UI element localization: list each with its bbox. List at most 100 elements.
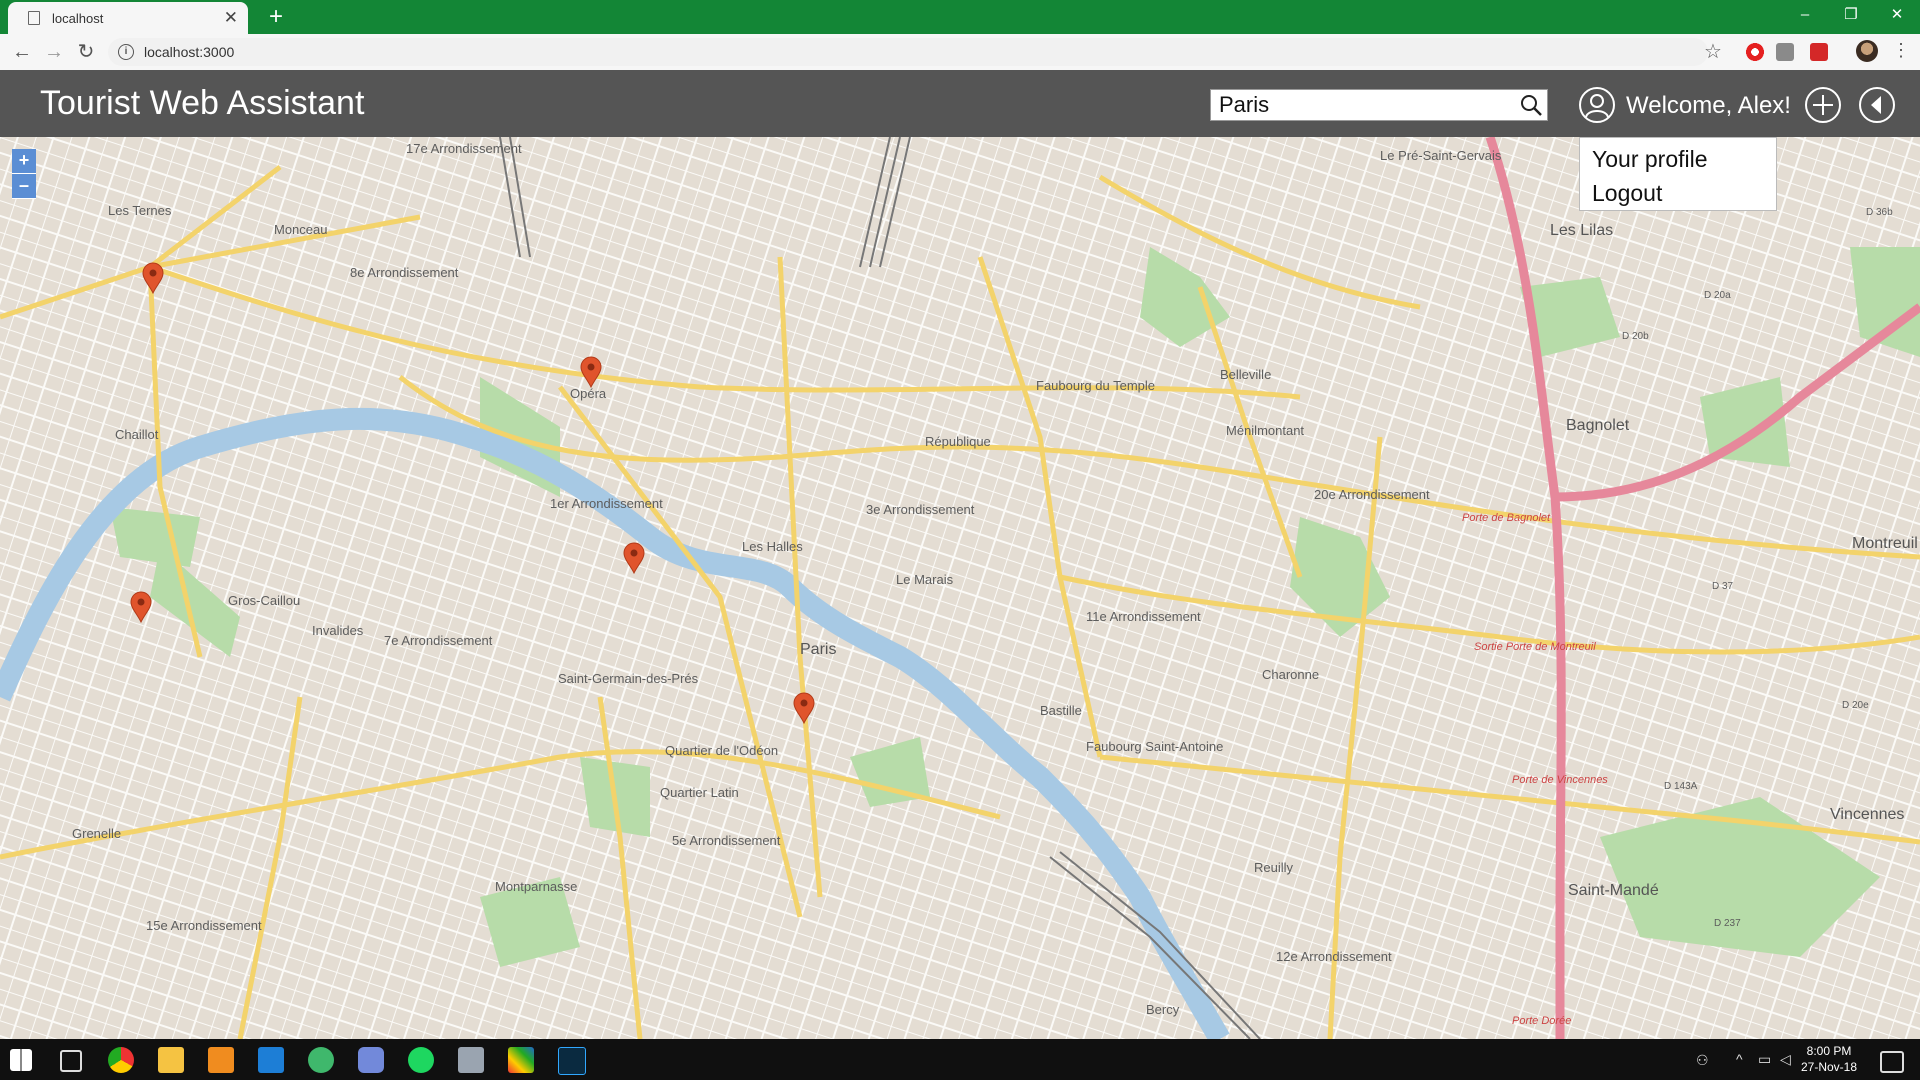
map-label: D 20b [1622, 331, 1649, 342]
search-box [1210, 89, 1548, 121]
network-icon[interactable]: ▭ [1758, 1051, 1774, 1067]
taskbar: ⚇ ^ ▭ ◁ 8:00 PM 27-Nov-18 [0, 1039, 1920, 1080]
map-label: Montparnasse [495, 879, 578, 894]
notification-icon[interactable] [1880, 1051, 1904, 1073]
map-label: D 237 [1714, 918, 1741, 929]
map-label: Le Pré-Saint-Gervais [1380, 148, 1502, 163]
zoom-control: + – [12, 149, 36, 199]
map-label: Belleville [1220, 367, 1272, 382]
browser-tab-strip: localhost ✕ + – ❐ ✕ [0, 0, 1920, 34]
utorrent-icon[interactable] [308, 1047, 334, 1073]
map-label: Quartier Latin [660, 785, 739, 800]
map-label: Porte de Vincennes [1512, 774, 1608, 786]
map-label: Charonne [1262, 667, 1320, 682]
map-label: D 20e [1842, 700, 1869, 711]
sublime-text-icon[interactable] [208, 1047, 234, 1073]
spotify-icon[interactable] [408, 1047, 434, 1073]
map-label: D 36b [1866, 207, 1893, 218]
people-icon[interactable]: ⚇ [1696, 1052, 1712, 1068]
close-window-button[interactable]: ✕ [1874, 0, 1920, 30]
map-label: 7e Arrondissement [384, 633, 493, 648]
browser-toolbar: ← → ↻ i localhost:3000 ☆ ⋮ [0, 34, 1920, 71]
tab-title: localhost [52, 10, 104, 26]
user-dropdown-menu: Your profile Logout [1579, 137, 1777, 211]
map-label: Opéra [570, 386, 607, 401]
map-label: Saint-Germain-des-Prés [558, 671, 699, 686]
task-view-icon[interactable] [60, 1050, 82, 1072]
map-label: Faubourg du Temple [1036, 378, 1156, 393]
app-icon[interactable] [458, 1047, 484, 1073]
map-label: D 37 [1712, 581, 1734, 592]
map-label: 8e Arrondissement [350, 265, 459, 280]
welcome-text[interactable]: Welcome, Alex! [1626, 92, 1791, 120]
map-label: 15e Arrondissement [146, 918, 262, 933]
clock-time: 8:00 PM [1806, 1044, 1852, 1058]
url-text: localhost:3000 [144, 44, 235, 60]
map-label: Quartier de l'Odéon [665, 743, 779, 758]
map-label: 3e Arrondissement [866, 502, 975, 517]
map-label: Montreuil [1852, 535, 1918, 552]
bookmark-star-icon[interactable]: ☆ [1704, 38, 1722, 66]
map-label: Bagnolet [1566, 417, 1630, 434]
chrome-icon[interactable] [108, 1047, 134, 1073]
search-icon[interactable] [1515, 90, 1547, 120]
map-label: 20e Arrondissement [1314, 487, 1430, 502]
discord-icon[interactable] [358, 1047, 384, 1073]
file-explorer-icon[interactable] [158, 1047, 184, 1073]
reload-icon[interactable]: ↻ [72, 38, 100, 66]
app-title: Tourist Web Assistant [40, 84, 365, 122]
map-label: Bercy [1146, 1002, 1180, 1017]
address-bar[interactable]: i localhost:3000 [108, 38, 1708, 66]
photoshop-icon[interactable] [558, 1047, 586, 1075]
restore-button[interactable]: ❐ [1828, 0, 1874, 30]
add-icon[interactable] [1804, 86, 1842, 124]
extension-icon[interactable] [1810, 43, 1828, 61]
map-label: Faubourg Saint-Antoine [1086, 739, 1224, 754]
collapse-panel-icon[interactable] [1858, 86, 1896, 124]
menu-item-logout[interactable]: Logout [1592, 176, 1776, 210]
map-label: Sortie Porte de Montreuil [1474, 641, 1596, 653]
map-label: D 143A [1664, 781, 1698, 792]
map-label: Les Ternes [108, 203, 172, 218]
map-label: Le Marais [896, 572, 954, 587]
map-label: 1er Arrondissement [550, 496, 663, 511]
info-icon[interactable]: i [118, 44, 134, 60]
map-label: Saint-Mandé [1568, 882, 1659, 899]
profile-avatar[interactable] [1856, 40, 1878, 62]
map-label: République [925, 434, 991, 449]
map-label: Ménilmontant [1226, 423, 1305, 438]
close-tab-icon[interactable]: ✕ [224, 8, 238, 28]
app-header: Tourist Web Assistant Welcome, Alex! [0, 70, 1920, 137]
map-view[interactable] [0, 137, 1920, 1039]
extension-icon[interactable] [1776, 43, 1794, 61]
new-tab-button[interactable]: + [260, 2, 292, 32]
clock-date: 27-Nov-18 [1800, 1060, 1858, 1074]
zoom-in-button[interactable]: + [12, 149, 36, 174]
map-label: 5e Arrondissement [672, 833, 781, 848]
map-label: Vincennes [1830, 806, 1905, 823]
map-label: Paris [800, 641, 837, 658]
map-label: Chaillot [115, 427, 159, 442]
menu-kebab-icon[interactable]: ⋮ [1892, 40, 1910, 61]
map-label: Grenelle [72, 826, 122, 841]
taskbar-clock[interactable]: 8:00 PM 27-Nov-18 [1794, 1043, 1864, 1075]
chevron-up-icon[interactable]: ^ [1736, 1051, 1752, 1067]
map-label: 12e Arrondissement [1276, 949, 1392, 964]
forward-icon[interactable]: → [40, 38, 68, 66]
browser-tab[interactable]: localhost ✕ [8, 2, 248, 34]
git-kraken-icon[interactable] [508, 1047, 534, 1073]
opera-extension-icon[interactable] [1746, 43, 1764, 61]
map-label: Monceau [274, 222, 328, 237]
zoom-out-button[interactable]: – [12, 174, 36, 199]
vscode-icon[interactable] [258, 1047, 284, 1073]
page-icon [28, 11, 40, 25]
user-icon[interactable] [1578, 86, 1616, 124]
map-label: Gros-Caillou [228, 593, 301, 608]
back-icon[interactable]: ← [8, 38, 36, 66]
search-input[interactable] [1211, 92, 1515, 118]
windows-start-icon[interactable] [10, 1049, 32, 1071]
map-label: Reuilly [1254, 860, 1294, 875]
menu-item-profile[interactable]: Your profile [1592, 142, 1776, 176]
map-label: 11e Arrondissement [1086, 609, 1201, 624]
minimize-button[interactable]: – [1782, 0, 1828, 30]
